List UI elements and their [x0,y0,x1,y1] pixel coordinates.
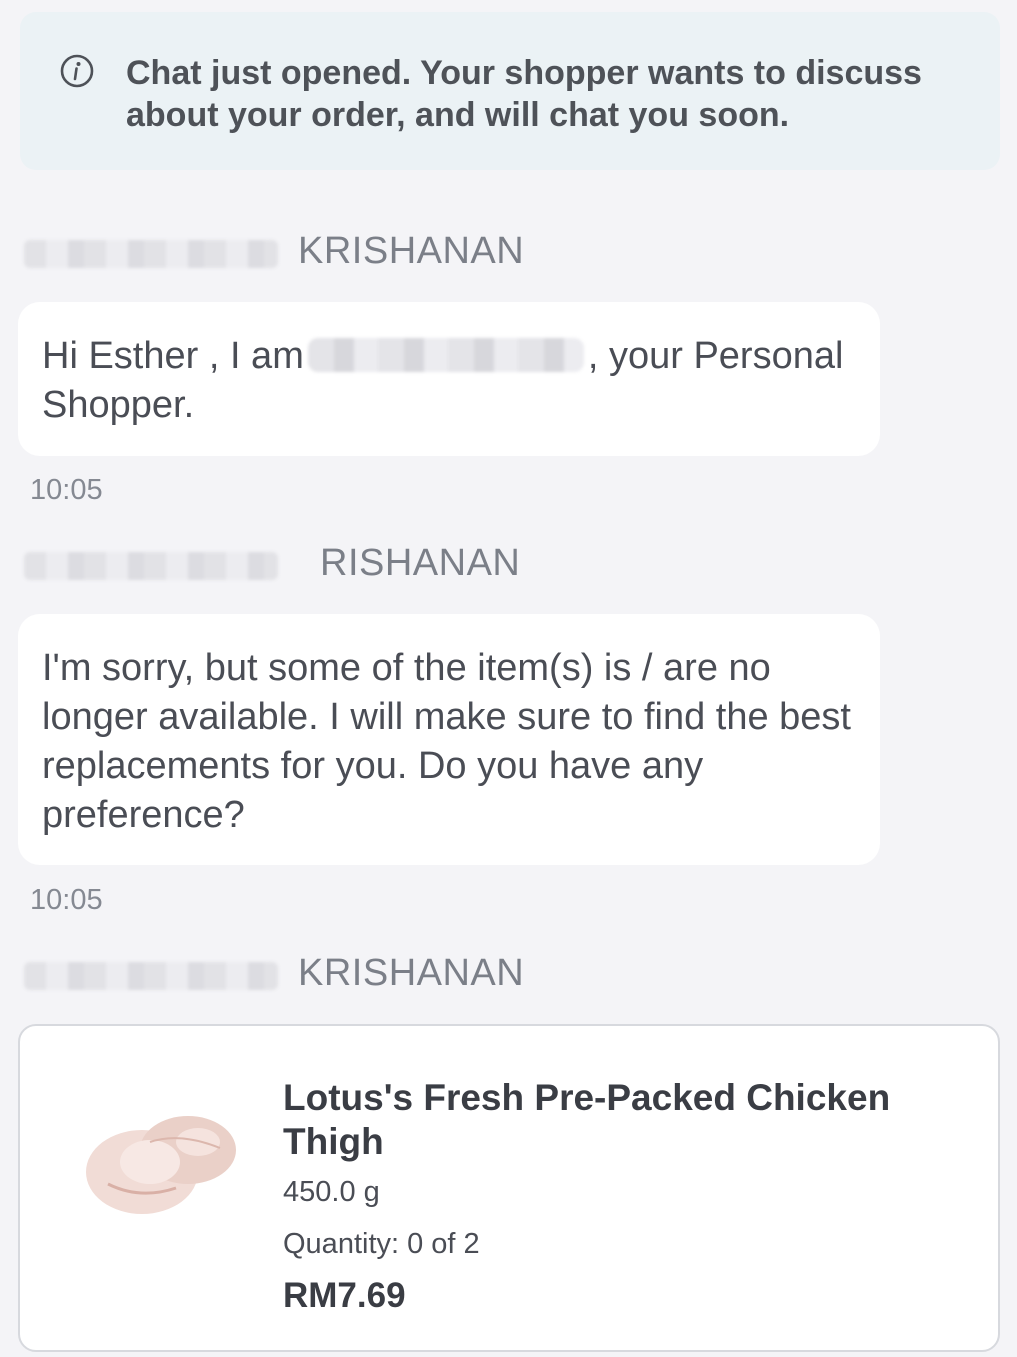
sender-name: KRISHANAN [298,230,525,272]
message-sender: KRISHANAN [20,946,1010,996]
chicken-thigh-image [86,1116,236,1214]
chat-opened-notice: Chat just opened. Your shopper wants to … [20,12,1000,170]
notice-text: Chat just opened. Your shopper wants to … [126,54,922,134]
product-name: Lotus's Fresh Pre-Packed Chicken Thigh [283,1077,891,1162]
info-circle-icon [60,54,94,88]
redacted-name [24,240,278,268]
message-text: Hi Esther , I am [42,335,304,377]
message-time: 10:05 [30,884,103,916]
redacted-name [24,962,278,990]
redacted-name [307,338,584,372]
product-card[interactable]: Lotus's Fresh Pre-Packed Chicken Thigh 4… [18,1024,1000,1352]
redacted-name [24,552,278,580]
sender-name: KRISHANAN [298,952,525,994]
product-price: RM7.69 [283,1276,406,1315]
message-sender: RISHANAN [20,536,1010,586]
message-sender: KRISHANAN [20,224,1010,274]
message-time: 10:05 [30,474,103,506]
product-quantity: Quantity: 0 of 2 [283,1228,480,1260]
message-bubble: I'm sorry, but some of the item(s) is / … [18,614,880,865]
sender-name: RISHANAN [320,542,521,584]
message-bubble: Hi Esther , I am, your Personal Shopper. [18,302,880,456]
product-weight: 450.0 g [283,1176,380,1208]
message-text: I'm sorry, but some of the item(s) is / … [42,647,851,836]
